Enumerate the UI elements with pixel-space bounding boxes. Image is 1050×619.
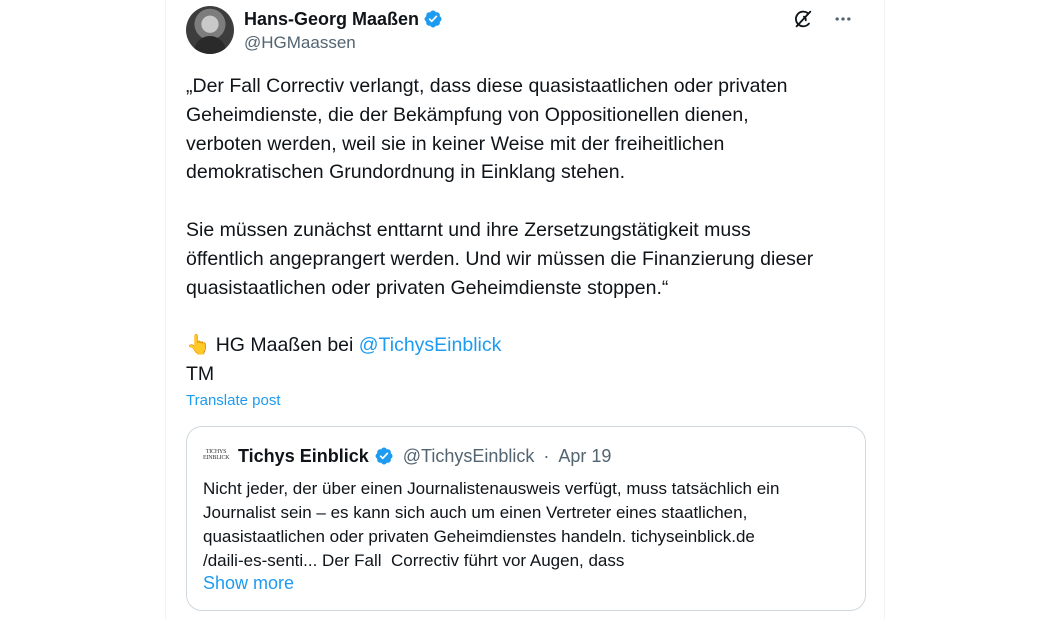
signature: TM xyxy=(186,362,215,385)
attribution-text: HG Maaßen bei xyxy=(210,334,359,357)
timeline-column: Hans-Georg Maaßen @HGMaassen „Der Fall C… xyxy=(165,0,885,619)
show-more-link[interactable]: Show more xyxy=(203,573,294,594)
grok-icon[interactable] xyxy=(790,6,816,32)
post-paragraph-2: Sie müssen zunächst enttarnt und ihre Ze… xyxy=(186,218,814,299)
post-actions xyxy=(790,6,856,32)
verified-badge-icon[interactable] xyxy=(423,9,443,29)
mention-link[interactable]: @TichysEinblick xyxy=(359,334,502,356)
post-text: „Der Fall Correctiv verlangt, dass diese… xyxy=(186,72,866,389)
pointing-up-emoji: 👆 xyxy=(186,334,211,357)
quoted-author-handle: @TichysEinblick xyxy=(402,445,535,466)
quoted-author-name[interactable]: Tichys Einblick xyxy=(238,446,369,467)
quoted-author-logo[interactable]: TICHYS EINBLICK xyxy=(203,449,230,463)
author-name-row: Hans-Georg Maaßen xyxy=(244,8,443,30)
post-paragraph-1: „Der Fall Correctiv verlangt, dass diese… xyxy=(186,75,788,184)
author-handle[interactable]: @HGMaassen xyxy=(244,33,356,53)
quoted-post-header: TICHYS EINBLICK Tichys Einblick @TichysEi… xyxy=(203,445,611,467)
verified-badge-icon xyxy=(374,446,394,466)
dot-separator: · xyxy=(543,445,550,466)
translate-post-link[interactable]: Translate post xyxy=(186,392,281,409)
quoted-post[interactable]: TICHYS EINBLICK Tichys Einblick @TichysEi… xyxy=(186,426,866,611)
quoted-post-date[interactable]: Apr 19 xyxy=(558,446,611,467)
more-icon[interactable] xyxy=(830,6,856,32)
quoted-post-text: Nicht jeder, der über einen Journalisten… xyxy=(203,479,780,570)
author-avatar[interactable] xyxy=(186,6,234,54)
author-name[interactable]: Hans-Georg Maaßen xyxy=(244,9,419,30)
